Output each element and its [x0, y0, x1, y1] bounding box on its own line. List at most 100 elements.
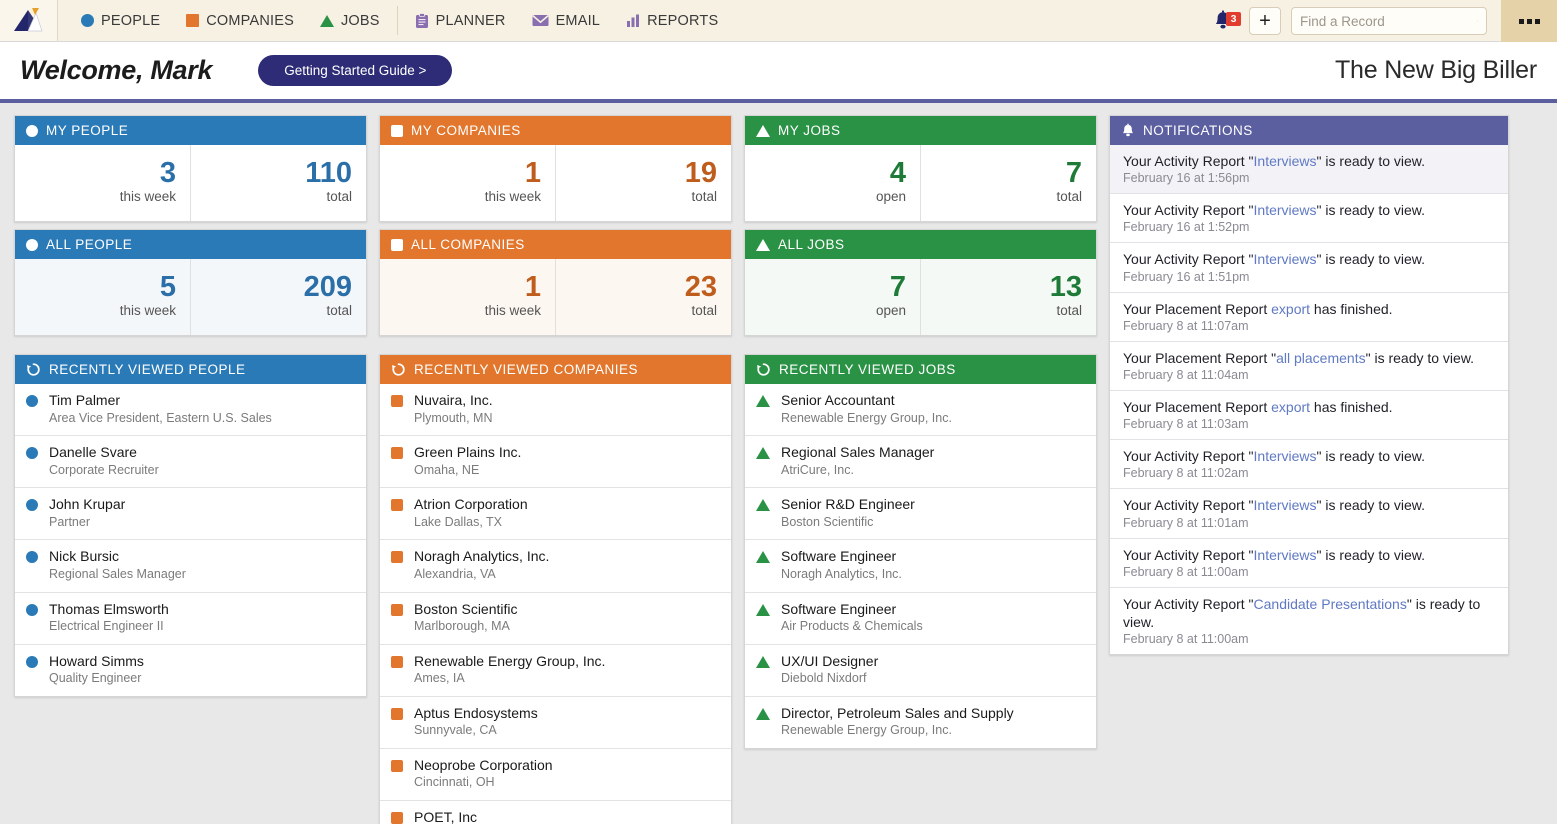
stat-value: 5 — [159, 270, 176, 303]
list-item[interactable]: Boston Scientific Marlborough, MA — [380, 591, 731, 644]
notification-text-pre: Your Placement Report — [1123, 398, 1272, 415]
notification-link[interactable]: export — [1271, 301, 1310, 317]
stat-label: open — [875, 303, 906, 319]
top-navigation-bar: PEOPLE COMPANIES JOBS PLANNER EMAIL REPO… — [0, 0, 1557, 42]
notification-item[interactable]: Your Activity Report "Interviews" is rea… — [1110, 488, 1508, 537]
company-name: POET, Inc — [414, 809, 478, 824]
list-item[interactable]: Noragh Analytics, Inc. Alexandria, VA — [380, 539, 731, 591]
list-item[interactable]: Renewable Energy Group, Inc. Ames, IA — [380, 643, 731, 696]
stat-cell-total[interactable]: 7 total — [920, 145, 1096, 221]
notification-item[interactable]: Your Activity Report "Candidate Presenta… — [1110, 586, 1508, 654]
list-item[interactable]: Software Engineer Noragh Analytics, Inc. — [745, 539, 1096, 591]
stat-label: this week — [484, 303, 541, 319]
search-box[interactable] — [1291, 7, 1487, 35]
add-record-button[interactable]: + — [1249, 7, 1281, 35]
list-item[interactable]: POET, Inc Sioux Falls, SD — [380, 800, 731, 824]
list-item[interactable]: Director, Petroleum Sales and Supply Ren… — [745, 695, 1096, 748]
stat-cell-total[interactable]: 110 total — [190, 145, 366, 221]
notification-link[interactable]: Interviews — [1254, 547, 1317, 563]
notification-item[interactable]: Your Placement Report "all placements" i… — [1110, 340, 1508, 390]
list-item[interactable]: John Krupar Partner — [15, 487, 366, 539]
list-item[interactable]: Green Plains Inc. Omaha, NE — [380, 435, 731, 487]
search-icon[interactable] — [1477, 13, 1478, 29]
list-item[interactable]: Atrion Corporation Lake Dallas, TX — [380, 487, 731, 539]
job-company: Renewable Energy Group, Inc. — [781, 723, 952, 738]
notifications-bell-button[interactable]: 3 — [1197, 10, 1249, 32]
notification-text-pre: Your Activity Report " — [1123, 546, 1254, 563]
stat-cell-total[interactable]: 19 total — [555, 145, 731, 221]
notification-link[interactable]: Interviews — [1254, 251, 1317, 267]
list-item[interactable]: Software Engineer Air Products & Chemica… — [745, 591, 1096, 644]
stat-cell-open[interactable]: 4 open — [745, 145, 920, 221]
overflow-menu-button[interactable] — [1501, 0, 1557, 42]
notification-text-pre: Your Activity Report " — [1123, 251, 1254, 268]
company-location: Cincinnati, OH — [414, 775, 495, 790]
recently-viewed-jobs-card: RECENTLY VIEWED JOBS Senior Accountant R… — [744, 354, 1097, 749]
company-location: Lake Dallas, TX — [414, 514, 503, 529]
list-item[interactable]: Nick Bursic Regional Sales Manager — [15, 539, 366, 591]
circle-icon — [26, 603, 38, 616]
stat-cell-week[interactable]: 1 this week — [380, 259, 555, 335]
page-title: Welcome, Mark — [20, 55, 213, 85]
notification-item[interactable]: Your Activity Report "Interviews" is rea… — [1110, 439, 1508, 488]
stat-label: this week — [484, 189, 541, 205]
stat-cell-open[interactable]: 7 open — [745, 259, 920, 335]
stat-card-all-jobs: ALL JOBS 7 open 13 total — [744, 229, 1097, 336]
envelope-icon — [531, 14, 549, 26]
list-item[interactable]: Neoprobe Corporation Cincinnati, OH — [380, 747, 731, 800]
notifications-list: Your Activity Report "Interviews" is rea… — [1110, 145, 1508, 654]
list-item[interactable]: Danelle Svare Corporate Recruiter — [15, 435, 366, 487]
notification-item[interactable]: Your Activity Report "Interviews" is rea… — [1110, 193, 1508, 242]
list-item[interactable]: UX/UI Designer Diebold Nixdorf — [745, 643, 1096, 696]
stat-value: 7 — [889, 270, 906, 303]
notification-item[interactable]: Your Activity Report "Interviews" is rea… — [1110, 145, 1508, 194]
list-item[interactable]: Regional Sales Manager AtriCure, Inc. — [745, 435, 1096, 487]
notification-timestamp: February 16 at 1:52pm — [1123, 220, 1250, 235]
stat-cell-week[interactable]: 3 this week — [15, 145, 190, 221]
stat-cell-week[interactable]: 1 this week — [380, 145, 555, 221]
circle-icon — [26, 395, 38, 407]
list-item[interactable]: Senior Accountant Renewable Energy Group… — [745, 384, 1096, 435]
stat-cell-total[interactable]: 13 total — [920, 259, 1096, 335]
notification-link[interactable]: Interviews — [1254, 153, 1317, 169]
notification-text-pre: Your Activity Report " — [1123, 595, 1254, 612]
notification-link[interactable]: export — [1271, 399, 1310, 415]
notification-link[interactable]: Interviews — [1254, 202, 1317, 218]
getting-started-guide-button[interactable]: Getting Started Guide > — [258, 55, 453, 86]
person-title: Partner — [49, 514, 90, 529]
app-logo[interactable] — [0, 0, 58, 41]
person-title: Corporate Recruiter — [49, 462, 159, 477]
circle-icon — [26, 447, 38, 460]
notification-link[interactable]: all placements — [1276, 350, 1366, 366]
nav-item-people[interactable]: PEOPLE — [68, 0, 173, 42]
notification-link[interactable]: Interviews — [1254, 448, 1317, 464]
nav-item-email[interactable]: EMAIL — [519, 0, 614, 42]
search-input[interactable] — [1300, 13, 1477, 29]
stat-cell-week[interactable]: 5 this week — [15, 259, 190, 335]
list-item[interactable]: Nuvaira, Inc. Plymouth, MN — [380, 384, 731, 435]
nav-item-reports[interactable]: REPORTS — [613, 0, 731, 42]
notification-item[interactable]: Your Placement Report export has finishe… — [1110, 291, 1508, 341]
list-item[interactable]: Tim Palmer Area Vice President, Eastern … — [15, 384, 366, 435]
square-icon — [391, 707, 403, 720]
circle-icon — [26, 499, 38, 512]
recently-viewed-jobs-list: Senior Accountant Renewable Energy Group… — [745, 384, 1096, 748]
notification-item[interactable]: Your Activity Report "Interviews" is rea… — [1110, 537, 1508, 587]
list-item[interactable]: Howard Simms Quality Engineer — [15, 643, 366, 696]
notification-item[interactable]: Your Activity Report "Interviews" is rea… — [1110, 242, 1508, 291]
nav-item-planner[interactable]: PLANNER — [402, 0, 519, 42]
nav-item-jobs[interactable]: JOBS — [307, 0, 393, 42]
nav-item-companies[interactable]: COMPANIES — [173, 0, 307, 42]
notification-link[interactable]: Interviews — [1254, 497, 1317, 513]
stat-card-header: MY PEOPLE — [15, 116, 366, 145]
list-item[interactable]: Senior R&D Engineer Boston Scientific — [745, 487, 1096, 539]
notification-item[interactable]: Your Placement Report export has finishe… — [1110, 389, 1508, 439]
triangle-icon — [756, 395, 770, 407]
list-item[interactable]: Thomas Elmsworth Electrical Engineer II — [15, 591, 366, 644]
recently-viewed-people-header: RECENTLY VIEWED PEOPLE — [15, 355, 366, 384]
nav-label-planner: PLANNER — [435, 12, 506, 29]
list-item[interactable]: Aptus Endosystems Sunnyvale, CA — [380, 695, 731, 748]
notification-link[interactable]: Candidate Presentations — [1254, 596, 1407, 612]
stat-cell-total[interactable]: 209 total — [190, 259, 366, 335]
stat-cell-total[interactable]: 23 total — [555, 259, 731, 335]
